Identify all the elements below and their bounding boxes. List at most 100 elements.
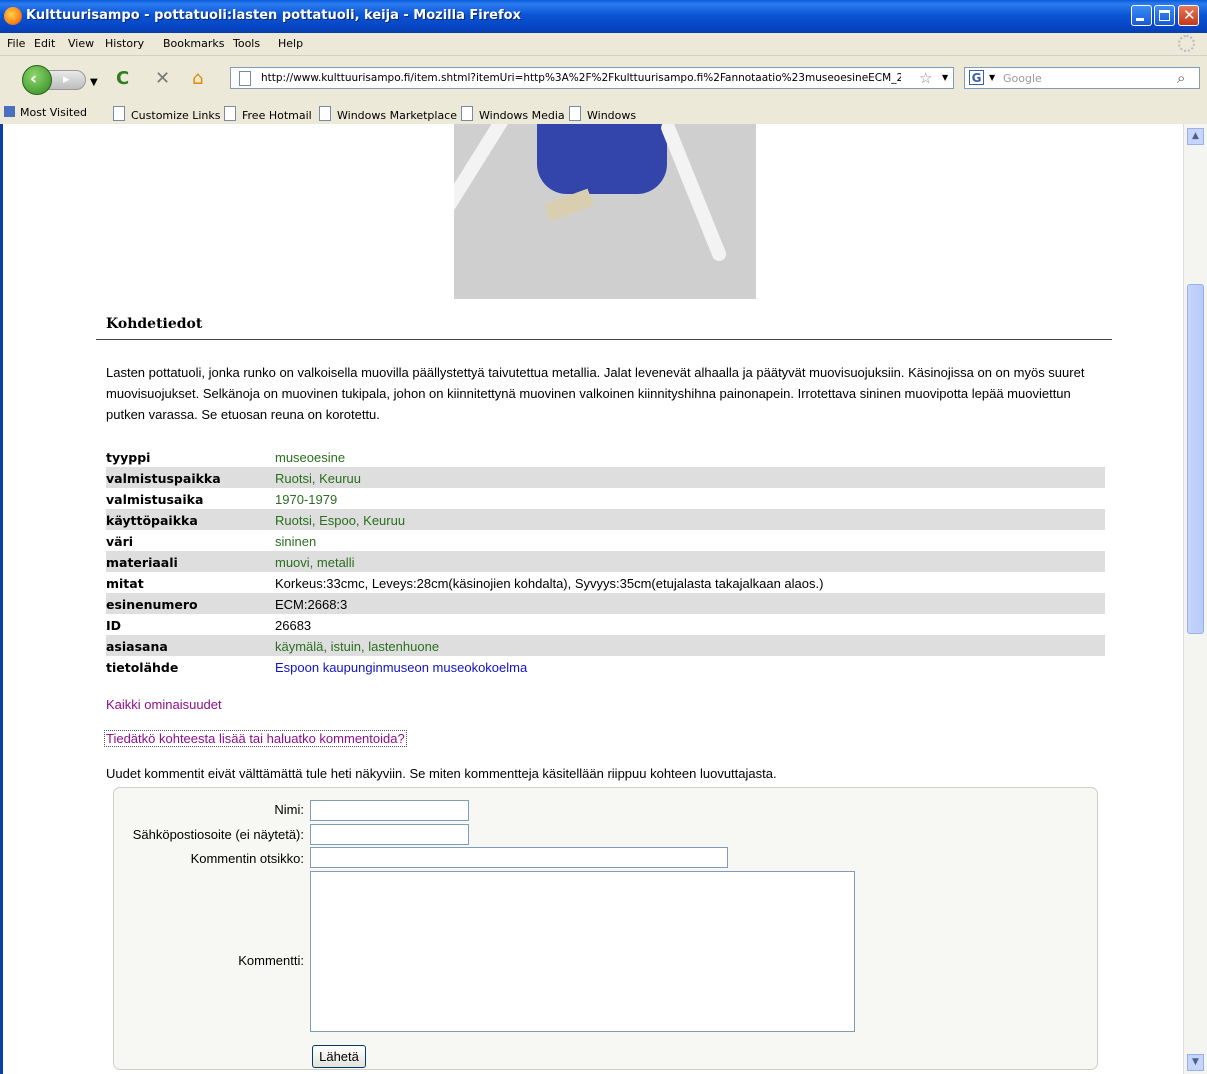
url-dropdown-icon[interactable]: ▼ — [942, 73, 948, 82]
search-input[interactable]: Google — [1003, 72, 1042, 85]
property-value: Korkeus:33cmc, Leveys:28cm(käsinojien ko… — [275, 575, 824, 591]
property-value[interactable]: Ruotsi, Espoo, Keuruu — [272, 509, 1105, 530]
window-titlebar: Kulttuurisampo - pottatuoli:lasten potta… — [0, 0, 1207, 33]
property-value[interactable]: käymälä, istuin, lastenhuone — [272, 635, 1105, 656]
email-field[interactable] — [310, 824, 469, 845]
menu-help[interactable]: Help — [278, 37, 303, 50]
folder-icon — [4, 106, 15, 117]
property-value[interactable]: Ruotsi, Keuruu — [272, 467, 1105, 488]
property-key: valmistusaika — [106, 491, 204, 507]
menu-bar: File Edit View History Bookmarks Tools H… — [0, 33, 1207, 56]
property-key: tietolähde — [106, 659, 179, 675]
url-bar[interactable]: http://www.kulttuurisampo.fi/item.shtml?… — [230, 67, 954, 89]
property-row: ID 26683 — [106, 614, 1105, 635]
search-bar[interactable]: G ▼ Google ⌕ — [964, 67, 1200, 89]
comment-textarea[interactable] — [310, 871, 855, 1032]
email-label: Sähköpostiosoite (ei näytetä): — [132, 827, 304, 842]
stop-icon[interactable]: ✕ — [155, 69, 170, 89]
reload-icon[interactable]: C — [116, 69, 129, 89]
page-icon — [569, 106, 581, 121]
property-value[interactable]: muovi, metalli — [272, 551, 1105, 572]
property-row: väri sininen — [106, 530, 1105, 551]
property-key: väri — [106, 533, 134, 549]
property-value[interactable]: sininen — [272, 530, 1105, 551]
url-text[interactable]: http://www.kulttuurisampo.fi/item.shtml?… — [261, 72, 901, 84]
menu-edit[interactable]: Edit — [34, 37, 55, 50]
star-icon[interactable]: ☆ — [919, 69, 932, 87]
property-key: ID — [106, 617, 122, 633]
page-icon — [239, 71, 251, 86]
page-icon — [319, 106, 331, 121]
name-label: Nimi: — [274, 802, 304, 817]
property-key: materiaali — [106, 554, 178, 570]
bookmark-windows-media[interactable]: Windows Media — [461, 106, 565, 122]
google-engine-icon[interactable]: G — [969, 70, 984, 85]
property-row: asiasana käymälä, istuin, lastenhuone — [106, 635, 1105, 656]
back-button[interactable]: ‹ — [22, 65, 52, 95]
property-key: esinenumero — [106, 596, 198, 612]
bookmark-windows[interactable]: Windows — [569, 106, 636, 122]
home-icon[interactable]: ⌂ — [192, 69, 203, 89]
property-row: käyttöpaikka Ruotsi, Espoo, Keuruu — [106, 509, 1105, 530]
property-row: valmistuspaikka Ruotsi, Keuruu — [106, 467, 1105, 488]
bookmarks-toolbar: Most Visited Customize Links Free Hotmai… — [0, 102, 1207, 125]
vertical-scrollbar[interactable]: ▲ ▼ — [1183, 124, 1207, 1074]
submit-button[interactable]: Lähetä — [312, 1045, 366, 1068]
forward-button[interactable]: ▸ — [48, 70, 86, 90]
subject-field[interactable] — [310, 847, 728, 868]
history-dropdown-icon[interactable]: ▼ — [90, 73, 98, 93]
close-button[interactable]: ✕ — [1178, 5, 1199, 26]
menu-bookmarks[interactable]: Bookmarks — [163, 37, 224, 50]
bookmark-windows-marketplace[interactable]: Windows Marketplace — [319, 106, 457, 122]
property-row: mitat Korkeus:33cmc, Leveys:28cm(käsinoji… — [106, 572, 1105, 593]
property-value[interactable]: 1970-1979 — [272, 488, 1105, 509]
potty-bowl-shape — [537, 124, 667, 194]
bookmark-most-visited[interactable]: Most Visited — [4, 106, 87, 119]
comment-notice: Uudet kommentit eivät välttämättä tule h… — [106, 766, 777, 781]
throbber-icon — [1178, 35, 1195, 52]
back-arrow-icon: ‹ — [30, 69, 38, 89]
firefox-icon — [4, 7, 22, 25]
forward-arrow-icon: ▸ — [63, 72, 70, 87]
page-icon — [224, 106, 236, 121]
menu-file[interactable]: File — [7, 37, 25, 50]
subject-label: Kommentin otsikko: — [190, 851, 304, 866]
property-row: materiaali muovi, metalli — [106, 551, 1105, 572]
engine-dropdown-icon[interactable]: ▼ — [989, 73, 995, 82]
property-row: tyyppi museoesine — [106, 446, 1105, 467]
bookmark-customize-links[interactable]: Customize Links — [113, 106, 221, 122]
navigation-toolbar: ▸ ‹ ▼ C ✕ ⌂ http://www.kulttuurisampo.fi… — [0, 56, 1207, 102]
property-key: asiasana — [106, 638, 168, 654]
item-photo — [454, 124, 756, 299]
search-icon[interactable]: ⌕ — [1177, 69, 1185, 87]
property-key: mitat — [106, 575, 144, 591]
properties-table: tyyppi museoesine valmistuspaikka Ruotsi, K… — [106, 446, 1105, 677]
property-value: ECM:2668:3 — [275, 596, 348, 612]
scroll-down-icon[interactable]: ▼ — [1187, 1054, 1204, 1071]
page-icon — [461, 106, 473, 121]
bookmark-free-hotmail[interactable]: Free Hotmail — [224, 106, 312, 122]
comment-link[interactable]: Tiedätkö kohteesta lisää tai haluatko ko… — [104, 730, 407, 747]
name-field[interactable] — [310, 800, 469, 821]
page-icon — [113, 106, 125, 121]
close-icon: ✕ — [1183, 6, 1196, 24]
property-row: valmistusaika 1970-1979 — [106, 488, 1105, 509]
window-title: Kulttuurisampo - pottatuoli:lasten potta… — [26, 8, 521, 23]
menu-history[interactable]: History — [105, 37, 144, 50]
page-content: Kohdetiedot Lasten pottatuoli, jonka run… — [0, 124, 1183, 1074]
property-value[interactable]: Espoon kaupunginmuseon museokokoelma — [272, 656, 1105, 677]
scrollbar-thumb[interactable] — [1187, 284, 1204, 634]
item-description: Lasten pottatuoli, jonka runko on valkoi… — [106, 365, 1085, 422]
property-key: tyyppi — [106, 449, 151, 465]
property-value[interactable]: museoesine — [272, 446, 1105, 467]
scroll-up-icon[interactable]: ▲ — [1187, 128, 1204, 145]
menu-view[interactable]: View — [68, 37, 94, 50]
property-key: käyttöpaikka — [106, 512, 198, 528]
menu-tools[interactable]: Tools — [233, 37, 260, 50]
chair-leg-shape — [659, 124, 729, 264]
property-row: tietolähde Espoon kaupunginmuseon museoko… — [106, 656, 1105, 677]
comment-label: Kommentti: — [238, 953, 304, 968]
minimize-button[interactable] — [1131, 5, 1152, 26]
maximize-button[interactable] — [1154, 5, 1175, 26]
all-properties-link[interactable]: Kaikki ominaisuudet — [106, 697, 222, 712]
